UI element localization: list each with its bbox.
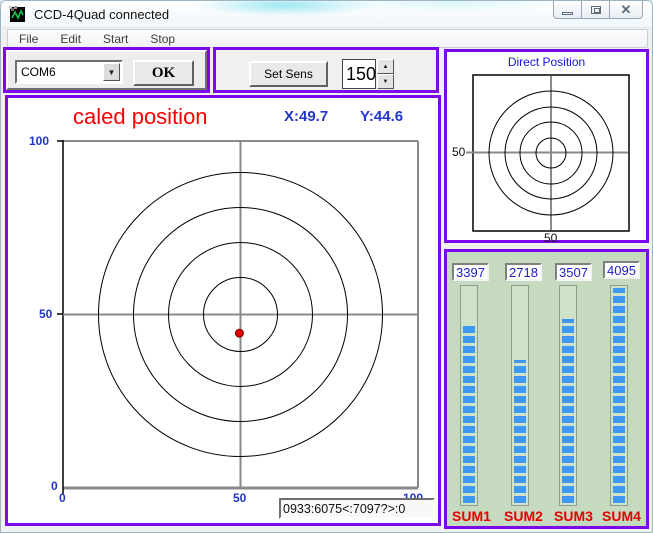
window-title: CCD-4Quad connected	[34, 7, 169, 22]
app-window: CCD-4Quad connected ✕ File Edit Start St…	[0, 0, 653, 533]
set-sens-button[interactable]: Set Sens	[249, 61, 328, 87]
sum2-value: 2718	[509, 265, 538, 280]
restore-button[interactable]	[581, 1, 610, 19]
close-icon: ✕	[621, 2, 632, 18]
sum1-label: SUM1	[452, 508, 491, 524]
sum4-label: SUM4	[602, 508, 641, 524]
minimize-button[interactable]	[553, 1, 582, 19]
com-port-value: COM6	[21, 65, 56, 79]
sum2-label: SUM2	[504, 508, 543, 524]
sensitivity-value-field[interactable]: 150	[342, 59, 376, 89]
sum3-value-box: 3507	[555, 263, 592, 281]
menu-stop[interactable]: Stop	[147, 31, 178, 47]
com-port-select[interactable]: COM6 ▼	[15, 60, 123, 84]
x-tick-0: 0	[59, 491, 66, 505]
status-text: 0933:6075<:7097?>:0	[283, 502, 405, 516]
scaled-position-panel: caled position X:49.7 Y:44.6 100 50 0 0 …	[5, 95, 441, 526]
com-port-panel: COM6 ▼ OK	[3, 47, 210, 93]
y-tick-50: 50	[39, 307, 52, 321]
spinner-down-button[interactable]: ▼	[377, 74, 394, 89]
sensitivity-panel: Set Sens 150 ▲ ▼	[213, 47, 439, 93]
chevron-down-icon: ▼	[108, 68, 116, 77]
ok-button[interactable]: OK	[133, 60, 194, 86]
menu-start[interactable]: Start	[100, 31, 131, 47]
sum2-gauge	[511, 285, 529, 506]
direct-y-tick: 50	[452, 145, 465, 159]
direct-position-plot	[447, 52, 646, 240]
app-icon	[9, 6, 26, 23]
window-controls: ✕	[554, 1, 643, 19]
minimize-icon	[562, 12, 573, 15]
ok-button-label: OK	[152, 65, 175, 82]
spinner-up-button[interactable]: ▲	[377, 59, 394, 74]
close-button[interactable]: ✕	[609, 1, 643, 19]
sensitivity-value: 150	[346, 64, 376, 85]
sum3-value: 3507	[559, 265, 588, 280]
sum1-value-box: 3397	[452, 263, 489, 281]
direct-x-tick: 50	[544, 231, 557, 245]
sum4-gauge	[610, 285, 628, 506]
sum4-value-box: 4095	[603, 261, 640, 279]
restore-icon	[591, 6, 601, 14]
sum4-value: 4095	[607, 263, 636, 278]
title-bar: CCD-4Quad connected ✕	[1, 1, 653, 28]
menu-file[interactable]: File	[16, 31, 41, 47]
x-tick-50: 50	[233, 491, 246, 505]
spinner-up-icon: ▲	[383, 64, 389, 70]
sum3-gauge	[559, 285, 577, 506]
sum3-label: SUM3	[554, 508, 593, 524]
spinner-down-icon: ▼	[383, 79, 389, 85]
sum1-gauge	[460, 285, 478, 506]
y-tick-100: 100	[29, 134, 49, 148]
direct-position-panel: Direct Position 50 50	[444, 49, 649, 243]
set-sens-label: Set Sens	[264, 67, 313, 81]
menu-edit[interactable]: Edit	[57, 31, 84, 47]
menu-bar: File Edit Start Stop	[7, 29, 648, 48]
sum-gauges-panel: 3397 2718 3507 4095 SUM1 SUM2 SUM3 SUM4	[444, 249, 649, 529]
scaled-position-plot	[8, 98, 438, 523]
status-readout: 0933:6075<:7097?>:0	[279, 498, 435, 519]
sum1-value: 3397	[456, 265, 485, 280]
y-tick-0: 0	[51, 479, 58, 493]
beam-position-dot	[235, 329, 243, 337]
combo-dropdown-button[interactable]: ▼	[103, 63, 120, 81]
sum2-value-box: 2718	[505, 263, 542, 281]
sensitivity-spinner: ▲ ▼	[377, 59, 394, 89]
